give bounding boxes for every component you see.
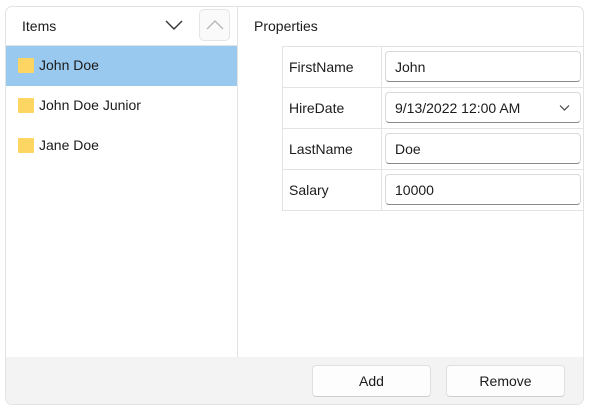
items-pane: Items John Doe John Doe Junior Jane Doe (6, 7, 238, 357)
footer-bar: Add Remove (6, 357, 583, 404)
add-button-label: Add (359, 373, 384, 389)
hiredate-picker[interactable]: 9/13/2022 12:00 AM (385, 92, 581, 123)
property-name-cell: Salary (282, 170, 382, 210)
property-row-lastname: LastName Doe (282, 129, 583, 170)
items-header: Items (6, 7, 237, 46)
property-row-hiredate: HireDate 9/13/2022 12:00 AM (282, 88, 583, 129)
property-name: Salary (289, 182, 329, 198)
properties-grid: FirstName John HireDate 9/13/2022 12:00 … (282, 46, 583, 211)
property-name-cell: HireDate (282, 88, 382, 128)
chevron-down-icon[interactable] (163, 17, 185, 35)
salary-input[interactable]: 10000 (385, 174, 581, 205)
property-name: HireDate (289, 100, 345, 116)
remove-button[interactable]: Remove (446, 365, 565, 397)
folder-icon (18, 138, 34, 153)
hiredate-value: 9/13/2022 12:00 AM (395, 100, 521, 116)
list-item-john-doe-junior[interactable]: John Doe Junior (6, 86, 237, 126)
property-editor-window: Items John Doe John Doe Junior Jane Doe (5, 6, 584, 405)
chevron-down-icon (559, 105, 570, 111)
properties-title: Properties (254, 18, 318, 34)
move-up-button[interactable] (199, 9, 230, 41)
firstname-value: John (395, 59, 426, 75)
property-name-cell: LastName (282, 129, 382, 169)
list-item-jane-doe[interactable]: Jane Doe (6, 126, 237, 166)
list-item-john-doe[interactable]: John Doe (6, 46, 237, 86)
property-name: FirstName (289, 59, 354, 75)
items-list: John Doe John Doe Junior Jane Doe (6, 46, 237, 166)
property-row-salary: Salary 10000 (282, 170, 583, 211)
salary-value: 10000 (395, 182, 434, 198)
lastname-value: Doe (395, 141, 421, 157)
list-item-label: John Doe (39, 57, 99, 73)
property-name-cell: FirstName (282, 47, 382, 87)
list-item-label: John Doe Junior (39, 97, 141, 113)
chevron-up-icon (206, 20, 224, 30)
properties-header: Properties (238, 7, 583, 46)
remove-button-label: Remove (479, 373, 532, 389)
property-row-firstname: FirstName John (282, 47, 583, 88)
property-name: LastName (289, 141, 353, 157)
folder-icon (18, 58, 34, 73)
list-item-label: Jane Doe (39, 137, 99, 153)
properties-pane: Properties FirstName John HireDate 9/13/… (238, 7, 583, 357)
items-title: Items (22, 18, 57, 34)
add-button[interactable]: Add (312, 365, 431, 397)
firstname-input[interactable]: John (385, 51, 581, 82)
lastname-input[interactable]: Doe (385, 133, 581, 164)
folder-icon (18, 98, 34, 113)
